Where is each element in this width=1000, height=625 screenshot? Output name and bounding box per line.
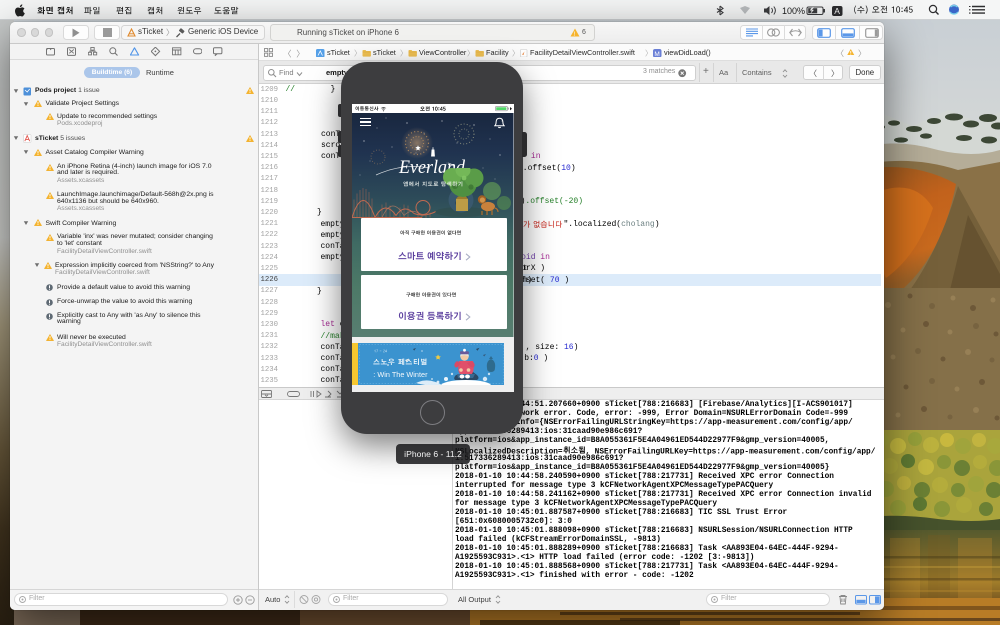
svg-text:M: M <box>654 50 659 57</box>
svg-text:A: A <box>834 6 840 16</box>
svg-text:100%: 100% <box>782 6 805 16</box>
svg-text:!: ! <box>573 30 575 36</box>
